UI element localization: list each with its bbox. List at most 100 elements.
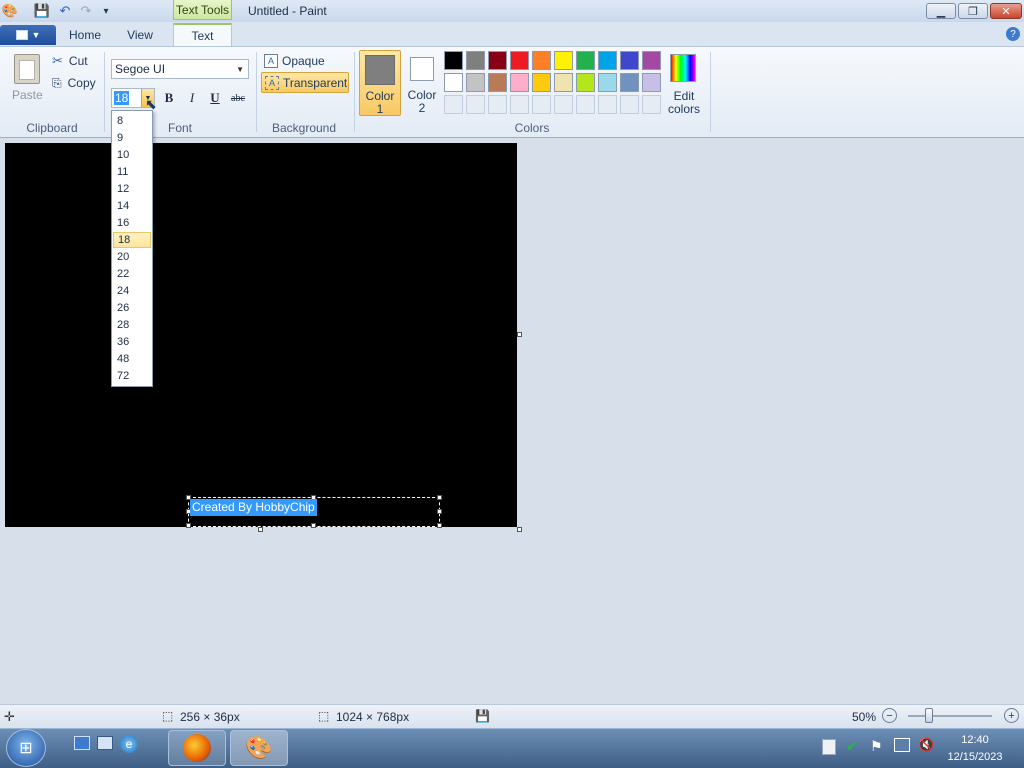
font-size-option-18[interactable]: 18 [113, 232, 151, 248]
palette-custom-swatch-empty[interactable] [554, 95, 573, 114]
redo-icon[interactable]: ↷ [78, 3, 94, 19]
palette-swatch[interactable] [466, 51, 485, 70]
palette-swatch[interactable] [620, 73, 639, 92]
file-menu-button[interactable]: ▼ [0, 25, 56, 45]
paint-app-icon[interactable]: 🎨 [2, 3, 18, 19]
canvas-resize-handle-right[interactable] [517, 332, 522, 337]
zoom-slider-track[interactable] [908, 715, 992, 717]
bold-button[interactable]: B [158, 88, 180, 108]
font-size-option-20[interactable]: 20 [113, 249, 151, 265]
palette-swatch[interactable] [488, 73, 507, 92]
taskbar-firefox-button[interactable] [168, 730, 226, 766]
tray-action-center-flag-icon[interactable]: ⚑ [870, 738, 883, 755]
zoom-in-button[interactable]: + [1004, 708, 1019, 723]
drawing-canvas[interactable] [5, 143, 517, 527]
canvas-resize-handle-bottom[interactable] [258, 527, 263, 532]
palette-swatch[interactable] [444, 73, 463, 92]
tab-view[interactable]: View [118, 25, 162, 45]
font-size-option-16[interactable]: 16 [113, 215, 151, 231]
textbox-handle[interactable] [186, 523, 191, 528]
paste-button[interactable]: Paste [10, 52, 44, 102]
palette-custom-swatch-empty[interactable] [598, 95, 617, 114]
help-icon[interactable]: ? [1006, 27, 1020, 41]
font-size-option-14[interactable]: 14 [113, 198, 151, 214]
palette-swatch[interactable] [598, 51, 617, 70]
palette-custom-swatch-empty[interactable] [532, 95, 551, 114]
palette-swatch[interactable] [554, 51, 573, 70]
minimize-button[interactable]: ▁ [926, 3, 956, 19]
palette-swatch[interactable] [444, 51, 463, 70]
canvas-resize-handle-corner[interactable] [517, 527, 522, 532]
canvas-text-selected[interactable]: Created By HobbyChip [190, 499, 317, 516]
font-size-option-36[interactable]: 36 [113, 334, 151, 350]
palette-swatch[interactable] [466, 73, 485, 92]
italic-button[interactable]: I [181, 88, 203, 108]
palette-custom-swatch-empty[interactable] [642, 95, 661, 114]
underline-button[interactable]: U [204, 88, 226, 108]
internet-explorer-icon[interactable]: e [120, 735, 138, 753]
font-size-option-11[interactable]: 11 [113, 164, 151, 180]
palette-swatch[interactable] [620, 51, 639, 70]
zoom-slider-thumb[interactable] [925, 708, 933, 723]
tray-clock-time[interactable]: 12:40 [946, 734, 1004, 746]
maximize-button[interactable]: ❐ [958, 3, 988, 19]
opaque-button[interactable]: A Opaque [262, 52, 348, 70]
palette-swatch[interactable] [576, 51, 595, 70]
cut-button[interactable]: ✂ Cut [52, 53, 88, 69]
copy-button[interactable]: ⎘ Copy [52, 75, 96, 91]
palette-custom-swatch-empty[interactable] [466, 95, 485, 114]
palette-swatch[interactable] [488, 51, 507, 70]
color2-button[interactable]: Color 2 [404, 50, 440, 116]
textbox-handle[interactable] [437, 495, 442, 500]
font-size-option-72[interactable]: 72 [113, 368, 151, 384]
palette-swatch[interactable] [642, 73, 661, 92]
palette-custom-swatch-empty[interactable] [576, 95, 595, 114]
font-size-option-10[interactable]: 10 [113, 147, 151, 163]
font-family-combo[interactable]: Segoe UI ▼ [111, 59, 249, 79]
palette-swatch[interactable] [598, 73, 617, 92]
strikethrough-button[interactable]: abc [227, 88, 249, 108]
palette-swatch[interactable] [532, 51, 551, 70]
font-size-option-28[interactable]: 28 [113, 317, 151, 333]
palette-swatch[interactable] [576, 73, 595, 92]
tray-security-icon[interactable]: ✔ [846, 738, 858, 755]
start-button[interactable]: ⊞ [6, 729, 46, 767]
textbox-handle[interactable] [311, 523, 316, 528]
tray-clock-date[interactable]: 12/15/2023 [940, 751, 1010, 763]
close-button[interactable]: ✕ [990, 3, 1022, 19]
font-size-option-12[interactable]: 12 [113, 181, 151, 197]
palette-custom-swatch-empty[interactable] [488, 95, 507, 114]
taskbar-paint-button[interactable]: 🎨 [230, 730, 288, 766]
palette-swatch[interactable] [510, 73, 529, 92]
tab-text[interactable]: Text [173, 23, 232, 47]
transparent-button[interactable]: A Transparent [261, 72, 349, 93]
textbox-handle[interactable] [437, 509, 442, 514]
font-size-option-9[interactable]: 9 [113, 130, 151, 146]
palette-custom-swatch-empty[interactable] [444, 95, 463, 114]
font-size-option-24[interactable]: 24 [113, 283, 151, 299]
customize-quick-access-icon[interactable]: ▾ [98, 3, 114, 19]
tray-network-icon[interactable] [894, 738, 910, 752]
save-icon[interactable]: 💾 [34, 3, 50, 19]
font-size-option-22[interactable]: 22 [113, 266, 151, 282]
tray-volume-muted-icon[interactable]: 🔇 [918, 737, 934, 753]
switch-windows-icon[interactable] [97, 736, 113, 750]
palette-swatch[interactable] [554, 73, 573, 92]
tray-document-icon[interactable] [822, 739, 836, 755]
textbox-handle[interactable] [437, 523, 442, 528]
palette-swatch[interactable] [532, 73, 551, 92]
palette-custom-swatch-empty[interactable] [620, 95, 639, 114]
color1-button[interactable]: Color 1 [359, 50, 401, 116]
font-size-option-48[interactable]: 48 [113, 351, 151, 367]
show-desktop-icon[interactable] [74, 736, 90, 750]
undo-icon[interactable]: ↶ [57, 3, 73, 19]
zoom-out-button[interactable]: − [882, 708, 897, 723]
palette-custom-swatch-empty[interactable] [510, 95, 529, 114]
edit-colors-button[interactable]: Edit colors [666, 52, 702, 116]
font-size-value[interactable]: 18 [114, 91, 130, 105]
palette-swatch[interactable] [642, 51, 661, 70]
font-size-option-26[interactable]: 26 [113, 300, 151, 316]
font-size-option-8[interactable]: 8 [113, 113, 151, 129]
palette-swatch[interactable] [510, 51, 529, 70]
tab-home[interactable]: Home [62, 25, 108, 45]
